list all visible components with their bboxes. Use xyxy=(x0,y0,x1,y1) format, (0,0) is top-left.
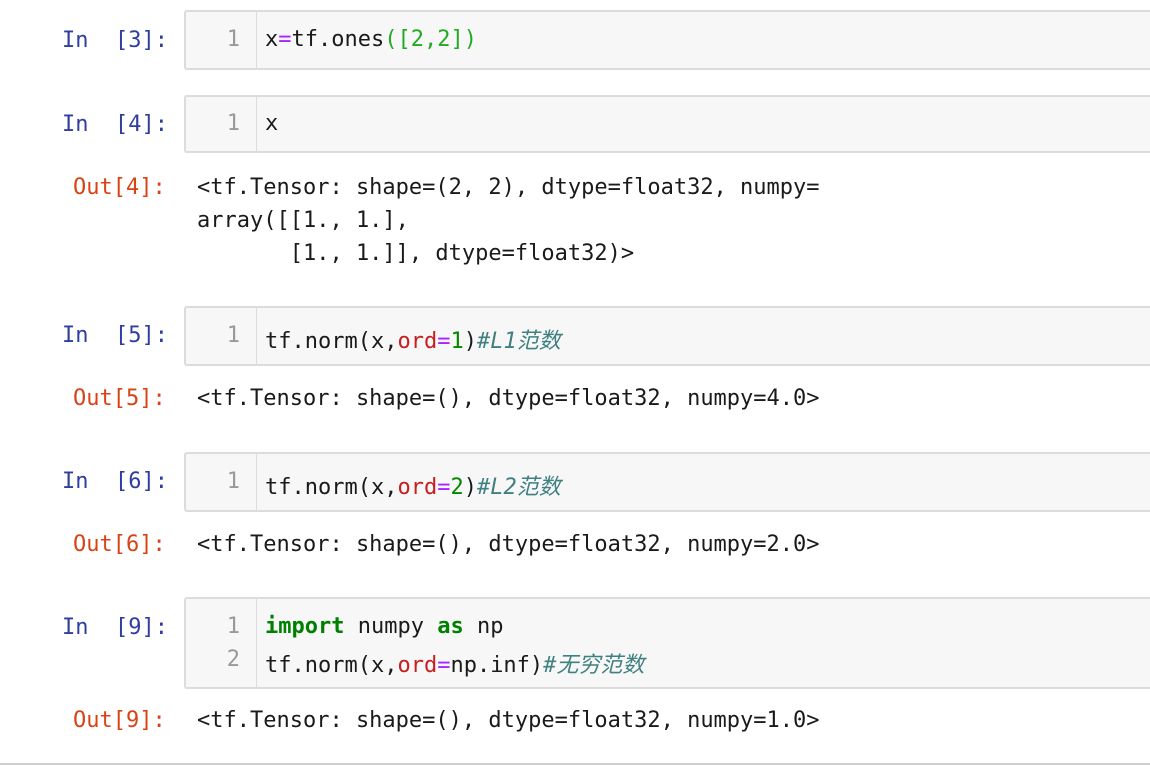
input-prompt: In [4]: xyxy=(62,112,168,137)
code-line[interactable]: tf.norm(x,ord=1)#L1范数 xyxy=(265,323,561,355)
argument-token: ord xyxy=(397,653,438,678)
code-token: tf.norm(x, xyxy=(265,329,398,354)
argument-token: ord xyxy=(397,329,438,354)
code-token: tf.norm(x, xyxy=(265,475,398,500)
notebook-bottom-divider xyxy=(0,763,1150,765)
input-prompt: In [3]: xyxy=(62,28,168,53)
output-text: <tf.Tensor: shape=(), dtype=float32, num… xyxy=(197,386,820,411)
code-editor[interactable]: 1 tf.norm(x,ord=1)#L1范数 xyxy=(184,306,1150,366)
code-line[interactable]: tf.norm(x,ord=np.inf)#无穷范数 xyxy=(265,647,644,679)
output-prompt: Out[4]: xyxy=(73,175,166,200)
code-editor[interactable]: 1 2 import numpy as np tf.norm(x,ord=np.… xyxy=(184,597,1150,689)
line-number-gutter: 1 xyxy=(186,454,257,510)
line-number: 2 xyxy=(226,647,240,672)
code-token: np.inf) xyxy=(450,653,544,678)
input-prompt: In [6]: xyxy=(62,469,168,494)
code-line[interactable]: x xyxy=(265,111,278,136)
code-line[interactable]: tf.norm(x,ord=2)#L2范数 xyxy=(265,469,561,501)
line-number-gutter: 1 xyxy=(186,308,257,364)
argument-token: 1 xyxy=(450,329,464,354)
output-text: <tf.Tensor: shape=(2, 2), dtype=float32,… xyxy=(197,175,820,200)
code-editor[interactable]: 1 x xyxy=(184,95,1150,153)
argument-token: 2 xyxy=(450,475,464,500)
line-number: 1 xyxy=(226,614,240,639)
operator-token: = xyxy=(437,475,451,500)
line-number-gutter: 1 2 xyxy=(186,599,257,687)
code-token: x xyxy=(265,27,279,52)
input-prompt: In [5]: xyxy=(62,323,168,348)
code-token: numpy xyxy=(344,614,438,639)
line-number-gutter: 1 xyxy=(186,12,257,68)
code-line[interactable]: x=tf.ones([2,2]) xyxy=(265,27,477,52)
code-token: np xyxy=(463,614,504,639)
bracket-token: ([2,2]) xyxy=(384,27,477,52)
line-number: 1 xyxy=(226,27,240,52)
output-text: [1., 1.]], dtype=float32)> xyxy=(197,241,635,266)
comment-token: #L1范数 xyxy=(476,329,561,354)
operator-token: = xyxy=(437,329,451,354)
line-number: 1 xyxy=(226,469,240,494)
line-number: 1 xyxy=(226,323,240,348)
comment-token: #无穷范数 xyxy=(543,653,645,678)
line-number-gutter: 1 xyxy=(186,97,257,151)
code-line[interactable]: import numpy as np xyxy=(265,614,503,639)
line-number: 1 xyxy=(226,111,240,136)
operator-token: = xyxy=(278,27,292,52)
comment-token: #L2范数 xyxy=(476,475,561,500)
output-prompt: Out[9]: xyxy=(73,708,166,733)
output-prompt: Out[5]: xyxy=(73,386,166,411)
output-text: array([[1., 1.], xyxy=(197,208,409,233)
output-text: <tf.Tensor: shape=(), dtype=float32, num… xyxy=(197,532,820,557)
code-editor[interactable]: 1 tf.norm(x,ord=2)#L2范数 xyxy=(184,452,1150,512)
input-prompt: In [9]: xyxy=(62,615,168,640)
code-token: tf.norm(x, xyxy=(265,653,398,678)
code-token: ) xyxy=(463,475,477,500)
code-token: x xyxy=(265,111,279,136)
code-token: tf.ones xyxy=(291,27,385,52)
argument-token: ord xyxy=(397,475,438,500)
operator-token: = xyxy=(437,653,451,678)
output-text: <tf.Tensor: shape=(), dtype=float32, num… xyxy=(197,708,820,733)
code-token: ) xyxy=(463,329,477,354)
output-prompt: Out[6]: xyxy=(73,532,166,557)
keyword-token: import xyxy=(265,614,345,639)
code-editor[interactable]: 1 x=tf.ones([2,2]) xyxy=(184,10,1150,70)
keyword-token: as xyxy=(437,614,464,639)
